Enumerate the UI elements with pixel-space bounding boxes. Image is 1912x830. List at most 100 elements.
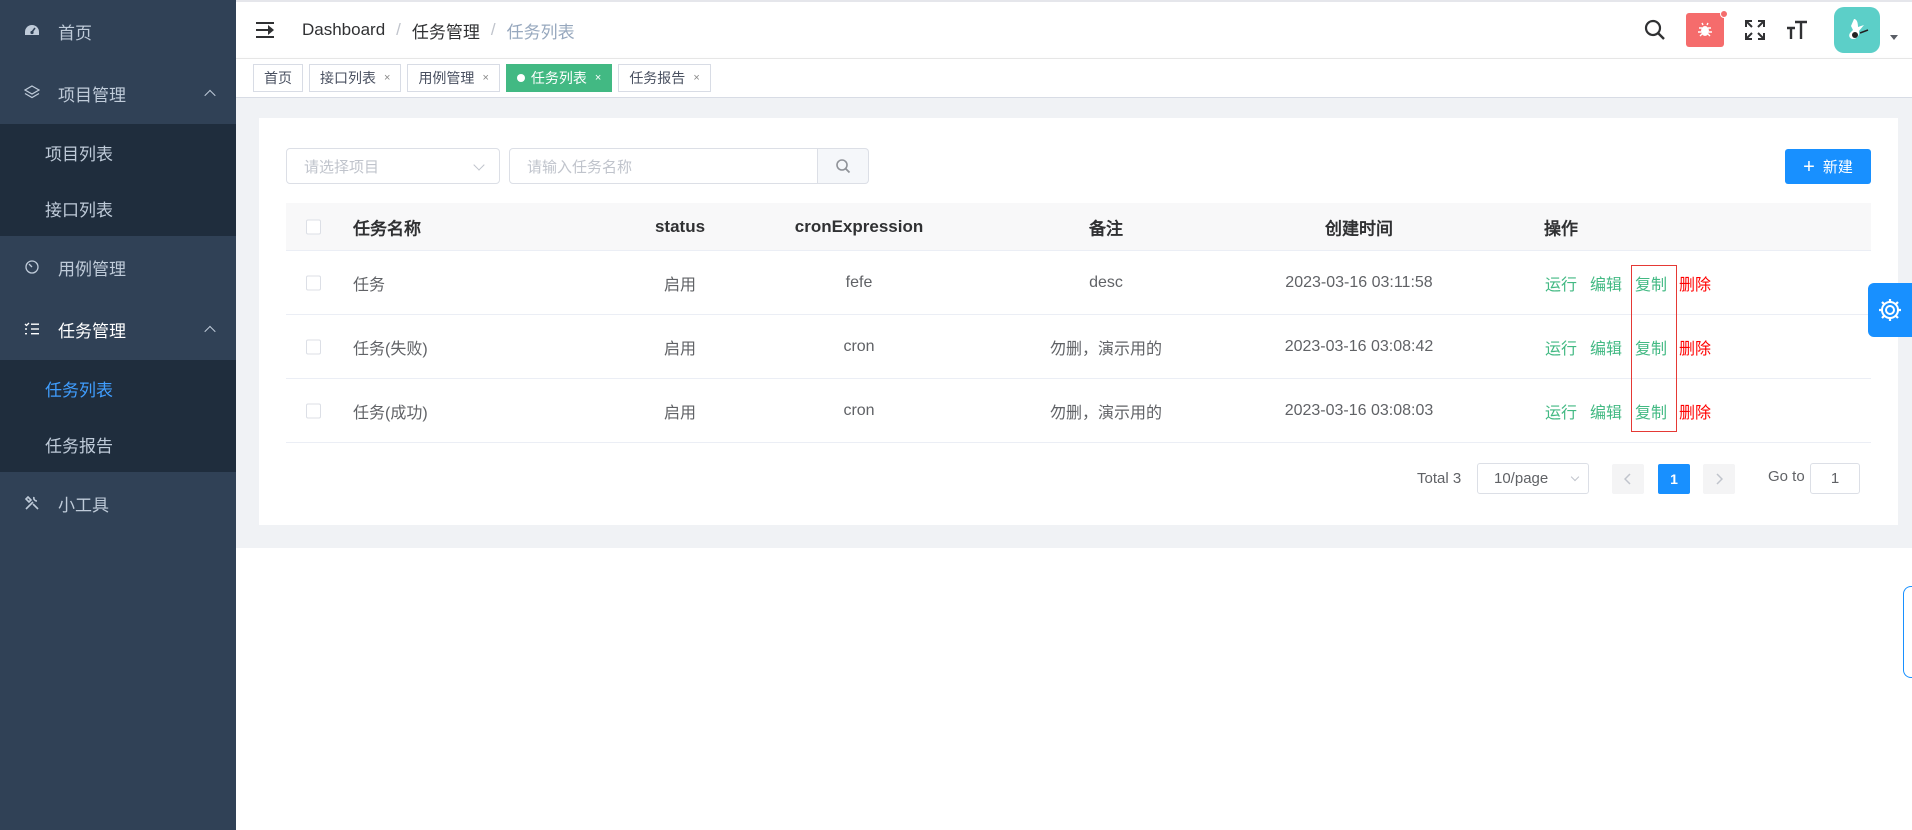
breadcrumb-task-management[interactable]: 任务管理 xyxy=(412,18,480,43)
close-icon[interactable]: × xyxy=(384,72,390,84)
delete-link[interactable]: 删除 xyxy=(1679,335,1711,359)
notification-dot xyxy=(1720,10,1728,18)
side-panel-handle[interactable] xyxy=(1903,586,1912,678)
tag-case-management[interactable]: 用例管理 × xyxy=(407,64,500,92)
edit-link[interactable]: 编辑 xyxy=(1590,399,1622,423)
tags-view: 首页 接口列表 × 用例管理 × 任务列表 × 任务报告 × xyxy=(236,58,1912,98)
tag-task-list[interactable]: 任务列表 × xyxy=(505,64,613,92)
pagination-total: Total 3 xyxy=(1417,470,1462,487)
tag-home[interactable]: 首页 xyxy=(253,64,303,92)
sidebar-item-home[interactable]: 首页 xyxy=(0,0,236,62)
tag-task-report[interactable]: 任务报告 × xyxy=(618,64,711,92)
task-remark: desc xyxy=(1089,273,1123,291)
goto-page-input[interactable]: 1 xyxy=(1810,463,1860,494)
sidebar-item-project-list[interactable]: 项目列表 xyxy=(0,124,236,180)
row-checkbox[interactable] xyxy=(306,339,321,354)
page-size-select[interactable]: 10/page xyxy=(1477,463,1589,494)
prev-page-button[interactable] xyxy=(1612,464,1644,494)
gear-icon xyxy=(1879,299,1901,321)
task-status: 启用 xyxy=(663,276,697,294)
close-icon[interactable]: × xyxy=(693,72,699,84)
caret-down-icon[interactable] xyxy=(1890,34,1898,40)
chevron-down-icon xyxy=(1570,472,1580,482)
chevron-up-icon xyxy=(204,89,216,102)
new-button-label: 新建 xyxy=(1822,159,1853,176)
copy-link[interactable]: 复制 xyxy=(1635,335,1667,359)
goto-label: Go to xyxy=(1768,468,1805,485)
sidebar-item-tools[interactable]: 小工具 xyxy=(0,472,236,534)
task-table: 任务名称 status cronExpression 备注 创建时间 操作 任务… xyxy=(286,203,1871,443)
row-checkbox[interactable] xyxy=(306,275,321,290)
sidebar-item-api-list[interactable]: 接口列表 xyxy=(0,180,236,236)
row-checkbox[interactable] xyxy=(306,403,321,418)
gauge-icon xyxy=(24,259,40,275)
delete-link[interactable]: 删除 xyxy=(1679,399,1711,423)
input-placeholder: 请输入任务名称 xyxy=(527,158,633,176)
settings-button[interactable] xyxy=(1868,283,1912,337)
submenu-task: 任务列表 任务报告 xyxy=(0,360,236,472)
edit-link[interactable]: 编辑 xyxy=(1590,335,1622,359)
col-cron: cronExpression xyxy=(794,216,924,236)
task-remark: 勿删，演示用的 xyxy=(1049,404,1163,422)
sidebar-item-task-report[interactable]: 任务报告 xyxy=(0,416,236,472)
navbar: Dashboard / 任务管理 / 任务列表 xyxy=(236,0,1912,58)
submenu-project: 项目列表 接口列表 xyxy=(0,124,236,236)
search-button[interactable] xyxy=(818,148,869,184)
search-icon xyxy=(836,159,851,174)
task-created: 2023-03-16 03:08:03 xyxy=(1284,401,1434,419)
sidebar-item-label: 任务管理 xyxy=(58,321,126,341)
search-icon[interactable] xyxy=(1640,15,1670,45)
sidebar-item-case-management[interactable]: 用例管理 xyxy=(0,236,236,298)
breadcrumb: Dashboard / 任务管理 / 任务列表 xyxy=(302,18,575,43)
col-task-name: 任务名称 xyxy=(353,219,421,238)
table-row: 任务(失败) 启用 cron 勿删，演示用的 2023-03-16 03:08:… xyxy=(286,315,1871,379)
run-link[interactable]: 运行 xyxy=(1545,271,1577,295)
run-link[interactable]: 运行 xyxy=(1545,399,1577,423)
hamburger-icon[interactable] xyxy=(254,18,278,42)
avatar[interactable] xyxy=(1834,7,1880,53)
chevron-up-icon xyxy=(204,325,216,338)
chevron-down-icon xyxy=(473,159,485,171)
font-size-icon[interactable] xyxy=(1782,15,1812,45)
sidebar-item-task-management[interactable]: 任务管理 xyxy=(0,298,236,360)
fullscreen-icon[interactable] xyxy=(1740,15,1770,45)
tag-api-list[interactable]: 接口列表 × xyxy=(309,64,402,92)
plus-icon: + xyxy=(1803,155,1815,178)
run-link[interactable]: 运行 xyxy=(1545,335,1577,359)
new-task-button[interactable]: + 新建 xyxy=(1785,149,1871,184)
sidebar-item-label: 项目管理 xyxy=(58,85,126,105)
sidebar-item-project-management[interactable]: 项目管理 xyxy=(0,62,236,124)
col-actions: 操作 xyxy=(1544,219,1578,238)
page-size-value: 10/page xyxy=(1494,470,1549,487)
table-header: 任务名称 status cronExpression 备注 创建时间 操作 xyxy=(286,203,1871,251)
chevron-left-icon xyxy=(1624,473,1631,485)
page-button-current[interactable]: 1 xyxy=(1658,464,1690,494)
copy-link[interactable]: 复制 xyxy=(1635,399,1667,423)
copy-link[interactable]: 复制 xyxy=(1635,271,1667,295)
edit-link[interactable]: 编辑 xyxy=(1590,271,1622,295)
project-select[interactable]: 请选择项目 xyxy=(286,148,500,184)
task-cron: fefe xyxy=(845,273,873,291)
sidebar-item-task-list[interactable]: 任务列表 xyxy=(0,360,236,416)
task-cron: cron xyxy=(843,401,875,419)
tag-label: 接口列表 xyxy=(320,70,376,86)
task-created: 2023-03-16 03:08:42 xyxy=(1284,337,1434,355)
col-remark: 备注 xyxy=(1089,219,1123,238)
table-row: 任务 启用 fefe desc 2023-03-16 03:11:58 运行 编… xyxy=(286,251,1871,315)
breadcrumb-task-list: 任务列表 xyxy=(506,22,575,42)
search-group: 请输入任务名称 xyxy=(509,148,869,184)
close-icon[interactable]: × xyxy=(595,72,601,84)
list-icon xyxy=(24,321,40,337)
next-page-button[interactable] xyxy=(1703,464,1735,494)
right-menu xyxy=(1634,2,1912,58)
task-name: 任务(成功) xyxy=(353,404,428,422)
bug-icon[interactable] xyxy=(1686,10,1728,47)
task-remark: 勿删，演示用的 xyxy=(1049,340,1163,358)
breadcrumb-dashboard[interactable]: Dashboard xyxy=(302,20,385,40)
layers-icon xyxy=(24,85,40,101)
select-all-checkbox[interactable] xyxy=(306,219,321,234)
task-name-input[interactable]: 请输入任务名称 xyxy=(509,148,818,184)
close-icon[interactable]: × xyxy=(482,72,488,84)
delete-link[interactable]: 删除 xyxy=(1679,271,1711,295)
select-placeholder: 请选择项目 xyxy=(304,158,380,176)
